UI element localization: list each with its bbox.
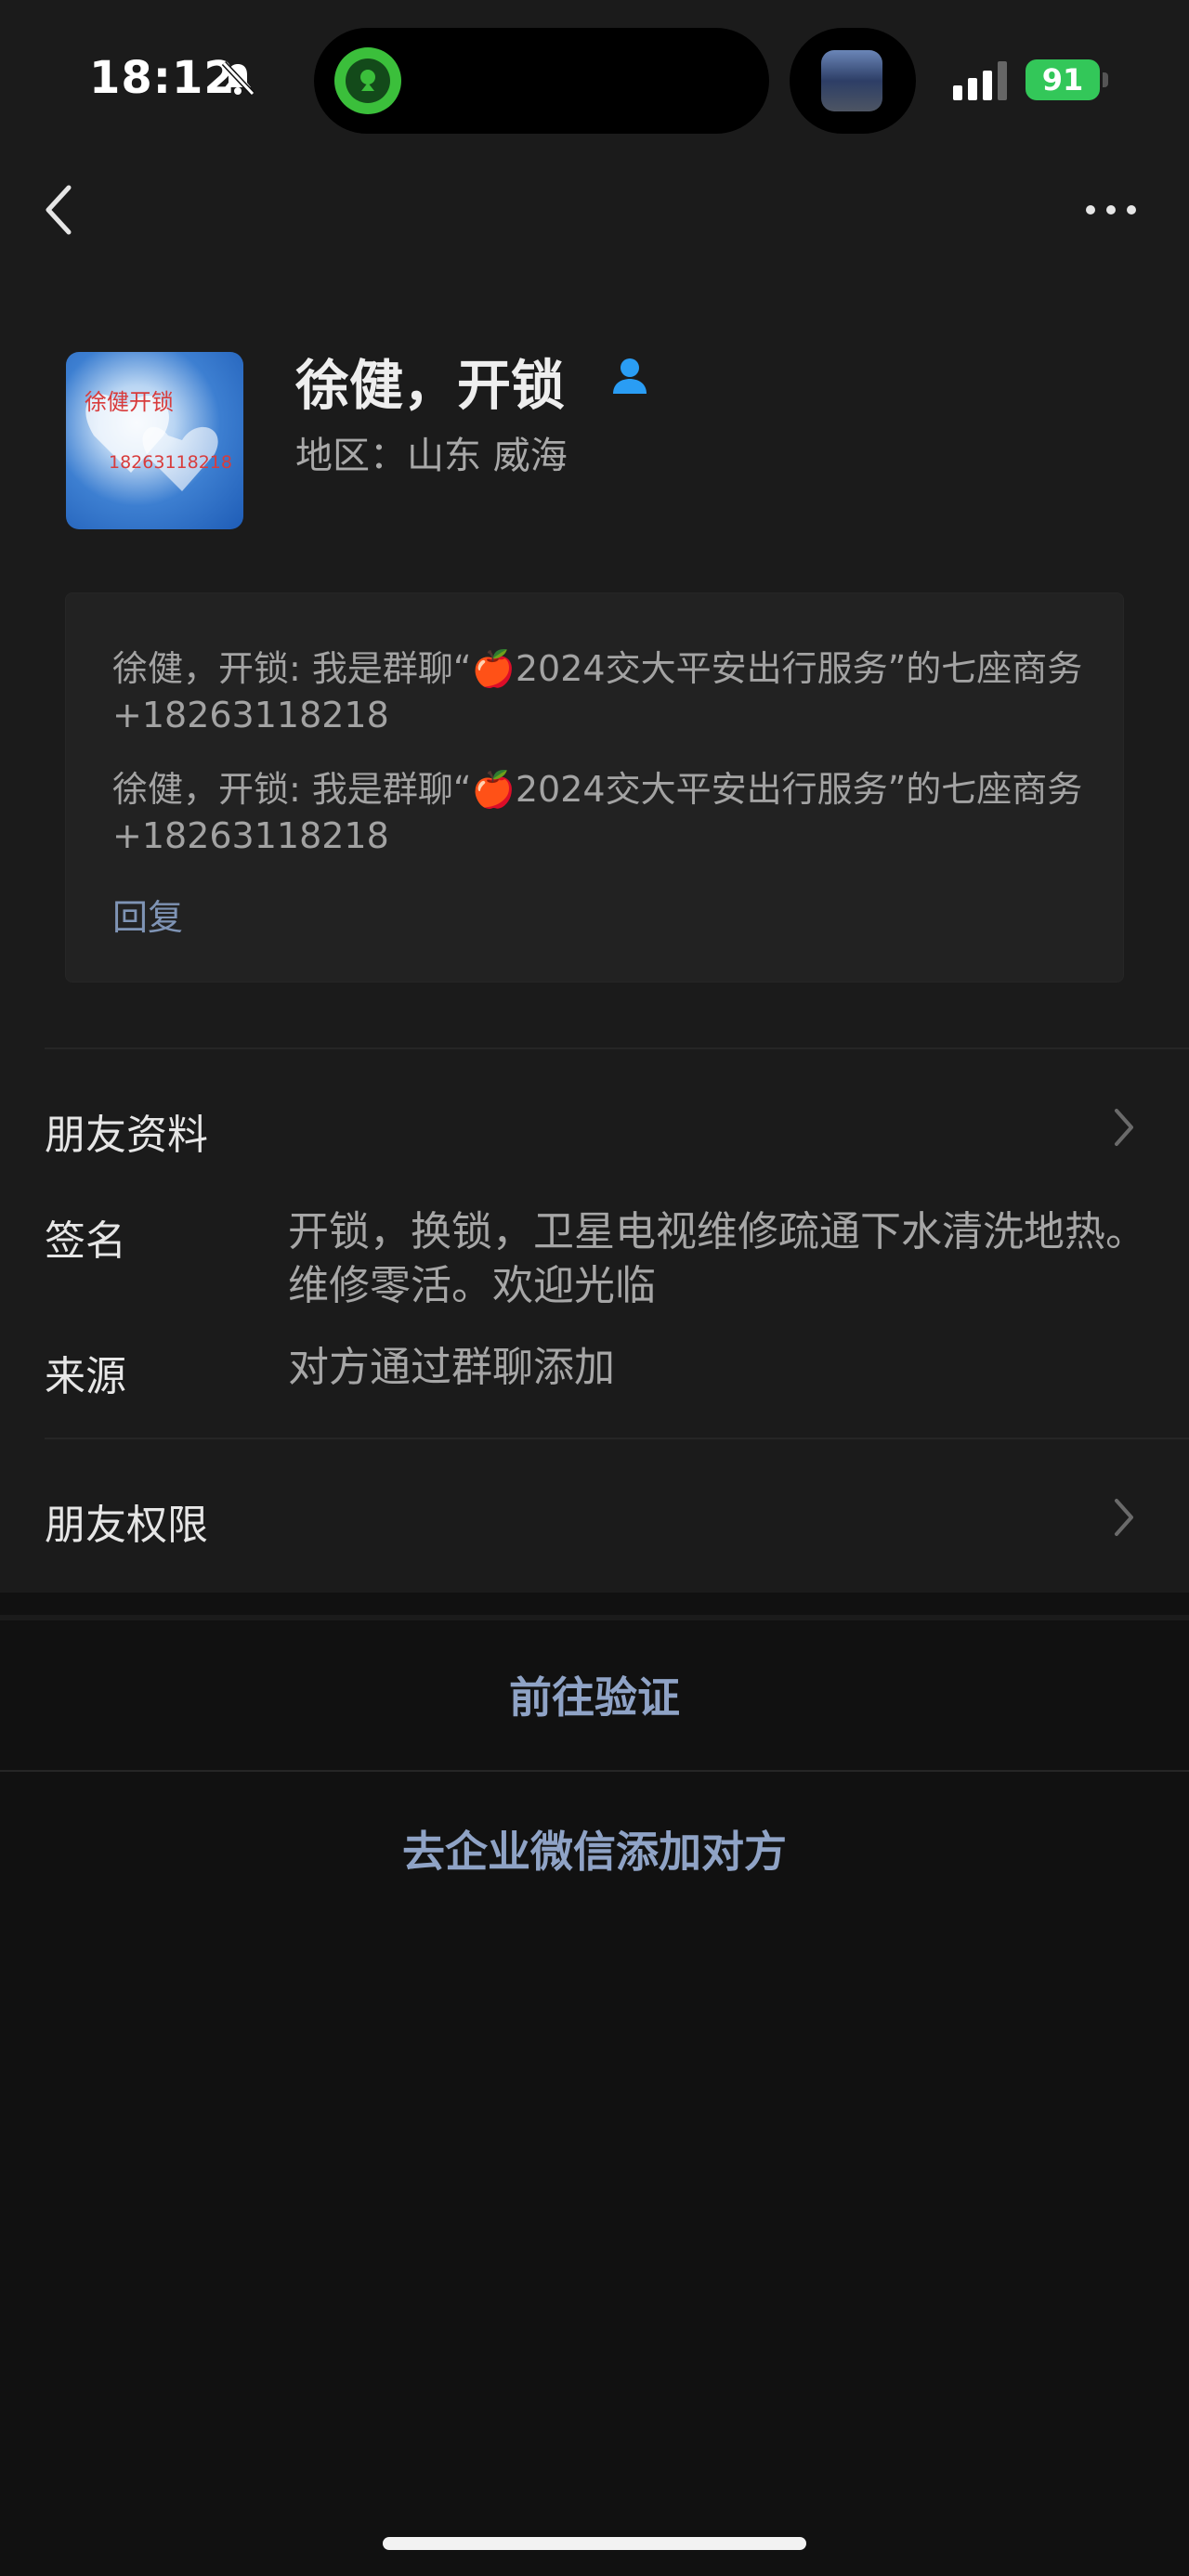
live-activity — [790, 28, 916, 134]
more-options-icon[interactable] — [1083, 201, 1139, 219]
signature-label: 签名 — [45, 1217, 126, 1265]
verification-message: 徐健，开锁: 我是群聊“🍎2024交大平安出行服务”的七座商务+18263118… — [112, 648, 1083, 735]
dynamic-island — [314, 28, 769, 134]
live-activity-thumbnail — [821, 50, 882, 111]
signature-value: 开锁，换锁，卫星电视维修疏通下水清洗地热。维修零活。欢迎光临 — [288, 1208, 1146, 1309]
signal-icon — [953, 61, 1007, 100]
avatar[interactable]: 徐健开锁 18263118218 — [66, 352, 243, 529]
empty-area — [0, 1926, 1189, 2576]
chevron-right-icon[interactable] — [1111, 1495, 1137, 1540]
section-gap — [0, 1593, 1189, 1615]
divider — [45, 1438, 1189, 1439]
verification-message-card: 徐健，开锁: 我是群聊“🍎2024交大平安出行服务”的七座商务+18263118… — [65, 592, 1124, 982]
verification-message: 徐健，开锁: 我是群聊“🍎2024交大平安出行服务”的七座商务+18263118… — [112, 769, 1083, 856]
person-icon — [613, 358, 647, 394]
avatar-caption: 徐健开锁 — [85, 389, 174, 415]
battery-level: 91 — [1026, 59, 1100, 100]
app-activity-icon — [334, 47, 401, 114]
divider — [45, 1047, 1189, 1049]
back-chevron-icon[interactable] — [41, 182, 78, 238]
friend-profile-row[interactable]: 朋友资料 — [45, 1101, 208, 1161]
bell-muted-icon — [221, 60, 255, 97]
contact-name: 徐健，开锁 — [295, 354, 566, 417]
reply-link[interactable]: 回复 — [112, 889, 183, 940]
source-value: 对方通过群聊添加 — [288, 1344, 615, 1391]
cloud-hearts-image — [85, 394, 218, 491]
friend-permissions-row[interactable]: 朋友权限 — [45, 1491, 208, 1551]
chevron-right-icon[interactable] — [1111, 1105, 1137, 1150]
contact-region: 地区：山东 威海 — [295, 435, 568, 477]
avatar-phone: 18263118218 — [109, 452, 232, 473]
go-verify-button[interactable]: 前往验证 — [0, 1618, 1189, 1772]
battery-indicator: 91 — [1026, 59, 1109, 100]
battery-cap — [1103, 72, 1108, 87]
home-indicator[interactable] — [383, 2537, 806, 2550]
status-time: 18:12 — [89, 52, 236, 104]
add-via-wecom-button[interactable]: 去企业微信添加对方 — [0, 1772, 1189, 1926]
source-label: 来源 — [45, 1353, 126, 1400]
